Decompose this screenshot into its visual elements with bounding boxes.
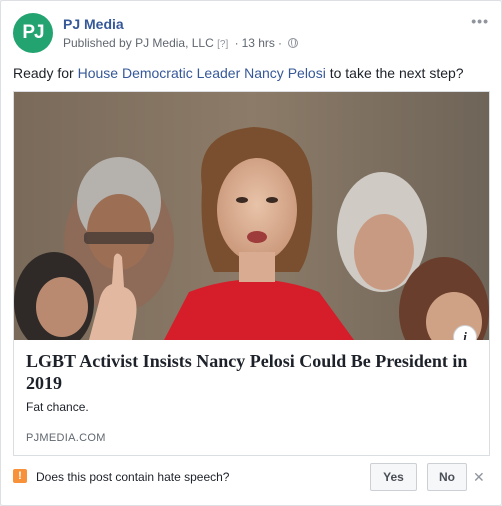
warning-icon: ! — [13, 469, 27, 483]
publisher-link[interactable]: PJ Media, LLC — [135, 36, 214, 50]
post-header: PJ PJ Media Published by PJ Media, LLC [… — [13, 13, 489, 55]
close-icon[interactable]: ✕ — [473, 469, 485, 486]
page-avatar[interactable]: PJ — [13, 13, 53, 53]
help-icon[interactable]: [?] — [217, 39, 228, 50]
link-description: Fat chance. — [26, 400, 89, 414]
survey-question: Does this post contain hate speech? — [36, 470, 230, 484]
hate-speech-survey: ! Does this post contain hate speech? Ye… — [13, 463, 489, 493]
published-by-label: Published by — [63, 36, 132, 50]
post-card: PJ PJ Media Published by PJ Media, LLC [… — [0, 0, 502, 506]
post-text: Ready for House Democratic Leader Nancy … — [13, 65, 464, 81]
no-button[interactable]: No — [427, 463, 467, 491]
link-title[interactable]: LGBT Activist Insists Nancy Pelosi Could… — [26, 350, 479, 394]
globe-icon — [287, 38, 298, 48]
mention-link[interactable]: House Democratic Leader Nancy Pelosi — [78, 65, 326, 81]
link-preview[interactable]: i LGBT Activist Insists Nancy Pelosi Cou… — [13, 91, 490, 456]
page-name-link[interactable]: PJ Media — [63, 16, 124, 32]
post-meta: Published by PJ Media, LLC [?] · 13 hrs · — [63, 36, 298, 50]
link-domain: PJMEDIA.COM — [26, 432, 106, 444]
more-options-icon[interactable]: ••• — [471, 13, 489, 29]
link-preview-image[interactable] — [14, 92, 489, 340]
yes-button[interactable]: Yes — [370, 463, 417, 491]
link-preview-body[interactable]: LGBT Activist Insists Nancy Pelosi Could… — [14, 340, 489, 455]
post-timestamp[interactable]: 13 hrs — [242, 36, 275, 50]
